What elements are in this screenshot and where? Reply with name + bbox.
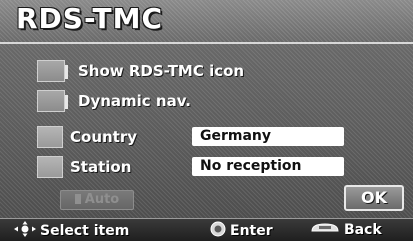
auto-button: Auto <box>60 190 134 210</box>
help-select: Select item <box>14 221 129 241</box>
dynamic-nav-label: Dynamic nav. <box>78 92 191 110</box>
country-label: Country <box>70 128 138 146</box>
help-back: Back <box>310 221 382 239</box>
enter-knob-icon <box>210 221 226 241</box>
help-bar: Select item Enter Back <box>0 218 413 241</box>
station-button[interactable] <box>37 156 63 178</box>
title-bar: RDS-TMC <box>0 0 413 44</box>
back-button-icon <box>310 221 340 239</box>
help-back-label: Back <box>344 222 382 238</box>
country-value: Germany <box>192 127 344 146</box>
station-value: No reception <box>192 157 344 176</box>
country-button[interactable] <box>37 126 63 148</box>
help-select-label: Select item <box>40 223 130 239</box>
show-icon-label: Show RDS-TMC icon <box>78 62 245 80</box>
help-enter: Enter <box>210 221 273 241</box>
auto-label: Auto <box>84 192 120 207</box>
rds-tmc-screen: RDS-TMC Show RDS-TMC icon Dynamic nav. C… <box>0 0 413 241</box>
joystick-icon <box>14 221 36 241</box>
show-icon-checkbox[interactable] <box>37 60 68 82</box>
checkbox-indicator <box>65 65 68 79</box>
auto-indicator-icon <box>74 194 81 204</box>
ok-button[interactable]: OK <box>344 185 404 211</box>
station-label: Station <box>70 158 132 176</box>
help-enter-label: Enter <box>230 223 273 239</box>
dynamic-nav-checkbox[interactable] <box>37 90 68 112</box>
page-title: RDS-TMC <box>16 2 163 35</box>
checkbox-indicator <box>65 95 68 109</box>
